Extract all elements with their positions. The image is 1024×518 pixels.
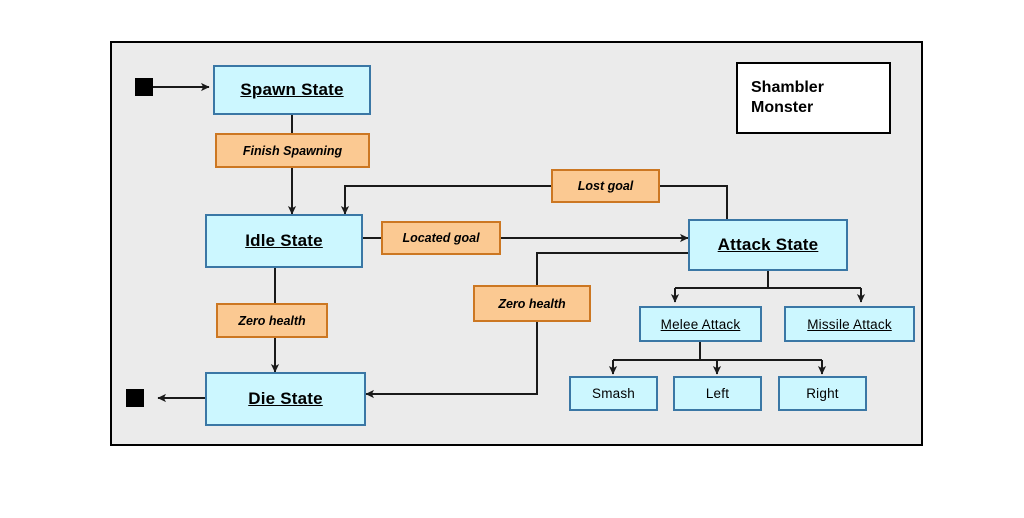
transition-finish-spawning-label: Finish Spawning — [242, 143, 343, 158]
transition-zero-health-attack[interactable]: Zero health — [473, 285, 591, 322]
state-melee-attack[interactable]: Melee Attack — [639, 306, 762, 342]
diagram-title-line2: Monster — [751, 99, 814, 116]
transition-lost-goal-label: Lost goal — [577, 179, 634, 193]
state-missile-attack-label: Missile Attack — [807, 316, 892, 332]
transition-zero-health-attack-label: Zero health — [498, 296, 566, 311]
state-die[interactable]: Die State — [205, 372, 366, 426]
state-missile-attack[interactable]: Missile Attack — [784, 306, 915, 342]
state-idle[interactable]: Idle State — [205, 214, 363, 268]
state-attack[interactable]: Attack State — [688, 219, 848, 271]
state-attack-label: Attack State — [717, 235, 819, 254]
state-spawn-label: Spawn State — [240, 80, 344, 99]
state-spawn[interactable]: Spawn State — [213, 65, 371, 115]
state-left[interactable]: Left — [673, 376, 762, 411]
transition-zero-health-idle[interactable]: Zero health — [216, 303, 328, 338]
state-left-label: Left — [705, 386, 730, 401]
state-melee-attack-label: Melee Attack — [660, 316, 741, 332]
state-idle-label: Idle State — [245, 231, 323, 250]
transition-lost-goal[interactable]: Lost goal — [551, 169, 660, 203]
transition-located-goal-label: Located goal — [402, 231, 480, 245]
state-smash-label: Smash — [591, 386, 636, 401]
state-smash[interactable]: Smash — [569, 376, 658, 411]
transition-zero-health-idle-label: Zero health — [238, 313, 306, 328]
transition-located-goal[interactable]: Located goal — [381, 221, 501, 255]
state-die-label: Die State — [248, 389, 323, 408]
state-right[interactable]: Right — [778, 376, 867, 411]
diagram-canvas: Spawn State Idle State Attack State Die … — [0, 0, 1024, 518]
final-state-marker — [126, 389, 144, 407]
diagram-title-box: Shambler Monster — [736, 62, 891, 134]
initial-state-marker — [135, 78, 153, 96]
transition-finish-spawning[interactable]: Finish Spawning — [215, 133, 370, 168]
diagram-title-line1: Shambler — [751, 79, 824, 96]
state-right-label: Right — [806, 386, 839, 401]
